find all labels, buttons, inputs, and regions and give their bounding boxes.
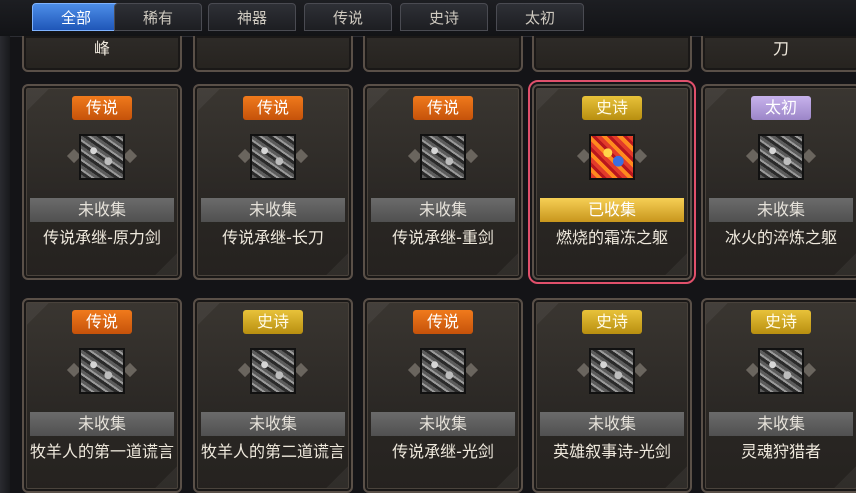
- soul-hunter-icon: [758, 348, 804, 394]
- shepherd-lie-two-icon: [250, 348, 296, 394]
- item-icon-frame: [754, 130, 808, 184]
- greatsword-icon: [79, 134, 125, 180]
- partial-card[interactable]: 峰: [22, 36, 182, 72]
- collection-card[interactable]: 史诗未收集英雄叙事诗-光剑: [532, 298, 692, 493]
- item-name: 英雄叙事诗-光剑: [553, 442, 671, 461]
- partial-card[interactable]: 刀: [701, 36, 856, 72]
- collection-card[interactable]: 史诗未收集牧羊人的第二道谎言: [193, 298, 353, 493]
- lightsword-icon: [420, 348, 466, 394]
- item-icon-frame: [416, 344, 470, 398]
- rarity-badge: 传说: [413, 96, 473, 120]
- collection-status: 未收集: [30, 198, 174, 222]
- katana-icon: [250, 134, 296, 180]
- collection-card[interactable]: 传说未收集传说承继-长刀: [193, 84, 353, 280]
- rarity-badge: 史诗: [582, 96, 642, 120]
- rarity-badge: 史诗: [582, 310, 642, 334]
- item-name: 牧羊人的第二道谎言: [200, 442, 345, 461]
- rarity-badge: 传说: [243, 96, 303, 120]
- item-name: 冰火的淬炼之躯: [724, 228, 837, 247]
- rarity-badge: 传说: [72, 96, 132, 120]
- partial-card[interactable]: [193, 36, 353, 72]
- collection-card[interactable]: 史诗已收集燃烧的霜冻之躯: [528, 80, 696, 284]
- item-name: 燃烧的霜冻之躯: [555, 228, 668, 247]
- collection-status: 已收集: [540, 198, 684, 222]
- item-name: 灵魂狩猎者: [740, 442, 821, 461]
- rarity-badge: 传说: [413, 310, 473, 334]
- collection-grid: 峰 刀 传说 未收集 传说承继-原力剑 传说 未收集 传说承继-长刀 传说 未收集 传说承继-重…: [0, 0, 856, 493]
- collection-status: 未收集: [709, 198, 853, 222]
- item-icon-frame: [754, 344, 808, 398]
- partial-card[interactable]: [363, 36, 523, 72]
- collection-status: 未收集: [201, 412, 345, 436]
- item-name: 传说承继-原力剑: [43, 228, 161, 247]
- collection-card[interactable]: 传说未收集传说承继-光剑: [363, 298, 523, 493]
- item-icon-frame: [246, 130, 300, 184]
- partial-card[interactable]: [532, 36, 692, 72]
- rarity-badge: 太初: [751, 96, 811, 120]
- collection-status: 未收集: [201, 198, 345, 222]
- rarity-badge: 传说: [72, 310, 132, 334]
- collection-status: 未收集: [30, 412, 174, 436]
- collection-status: 未收集: [371, 412, 515, 436]
- shepherd-lie-one-icon: [79, 348, 125, 394]
- item-name: 牧羊人的第一道谎言: [29, 442, 174, 461]
- collection-card[interactable]: 传说未收集牧羊人的第一道谎言: [22, 298, 182, 493]
- item-icon-frame: [75, 130, 129, 184]
- collection-card[interactable]: 太初未收集冰火的淬炼之躯: [701, 84, 856, 280]
- fire-frost-armor-icon: [589, 134, 635, 180]
- rarity-badge: 史诗: [243, 310, 303, 334]
- item-icon-frame: [75, 344, 129, 398]
- hero-lightsword-icon: [589, 348, 635, 394]
- collection-card[interactable]: 史诗未收集灵魂狩猎者: [701, 298, 856, 493]
- collection-status: 未收集: [709, 412, 853, 436]
- item-icon-frame: [585, 344, 639, 398]
- collection-status: 未收集: [371, 198, 515, 222]
- collection-card[interactable]: 传说未收集传说承继-原力剑: [22, 84, 182, 280]
- item-icon-frame: [416, 130, 470, 184]
- item-icon-frame: [246, 344, 300, 398]
- item-icon-frame: [585, 130, 639, 184]
- item-name: 传说承继-重剑: [392, 228, 494, 247]
- item-name: 传说承继-长刀: [222, 228, 324, 247]
- scroll-edge: [0, 36, 10, 493]
- item-name: 传说承继-光剑: [392, 442, 494, 461]
- collection-card[interactable]: 传说未收集传说承继-重剑: [363, 84, 523, 280]
- rarity-badge: 史诗: [751, 310, 811, 334]
- collection-status: 未收集: [540, 412, 684, 436]
- ice-fire-armor-icon: [758, 134, 804, 180]
- heavy-sword-icon: [420, 134, 466, 180]
